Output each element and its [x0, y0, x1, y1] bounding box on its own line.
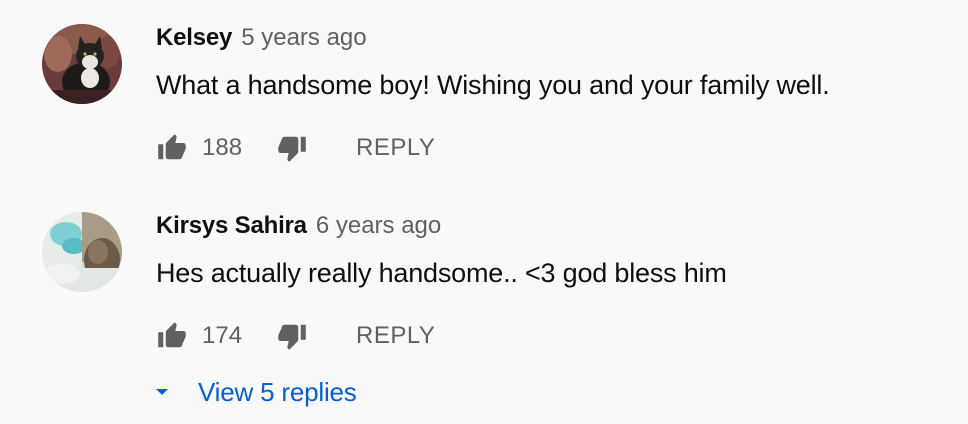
- cat-photo-avatar-icon: [42, 24, 122, 104]
- author-name[interactable]: Kirsys Sahira: [156, 212, 307, 240]
- view-replies-button[interactable]: View 5 replies: [152, 372, 357, 412]
- comment-actions: 174 REPLY: [156, 316, 435, 356]
- comment-text: What a handsome boy! Wishing you and you…: [156, 70, 830, 100]
- thumbs-up-icon: [158, 322, 186, 348]
- photo-avatar-icon: [42, 212, 122, 292]
- dislike-button[interactable]: [276, 320, 308, 352]
- like-count: 174: [202, 322, 243, 349]
- avatar[interactable]: [42, 24, 122, 104]
- comment-actions: 188 REPLY: [156, 128, 435, 168]
- thumbs-up-icon: [158, 134, 186, 160]
- view-replies-label: View 5 replies: [198, 376, 357, 407]
- comment-thread: Kelsey 5 years ago What a handsome boy! …: [0, 0, 968, 188]
- comment-header: Kelsey 5 years ago: [156, 24, 367, 58]
- comment-thread: Kirsys Sahira 6 years ago Hes actually r…: [0, 188, 968, 424]
- like-button[interactable]: [156, 320, 188, 352]
- thumbs-down-icon: [278, 324, 306, 350]
- reply-button[interactable]: REPLY: [356, 322, 435, 350]
- comment-text: Hes actually really handsome.. <3 god bl…: [156, 258, 727, 288]
- like-button[interactable]: [156, 132, 188, 164]
- like-count: 188: [202, 134, 243, 161]
- comment-header: Kirsys Sahira 6 years ago: [156, 212, 441, 246]
- dislike-button[interactable]: [276, 132, 308, 164]
- author-name[interactable]: Kelsey: [156, 24, 232, 52]
- comment-timestamp[interactable]: 6 years ago: [316, 212, 441, 240]
- thumbs-down-icon: [278, 136, 306, 162]
- comment-timestamp[interactable]: 5 years ago: [241, 24, 366, 52]
- reply-button[interactable]: REPLY: [356, 134, 435, 162]
- avatar[interactable]: [42, 212, 122, 292]
- comments-section: Kelsey 5 years ago What a handsome boy! …: [0, 0, 968, 424]
- caret-down-icon: [152, 382, 172, 402]
